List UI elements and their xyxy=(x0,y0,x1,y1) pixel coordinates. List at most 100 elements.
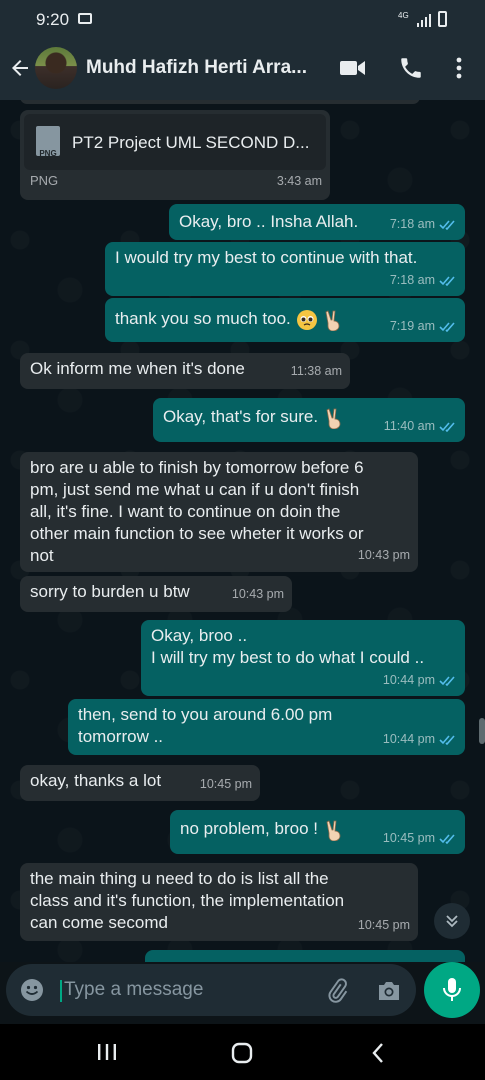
message-time: 3:43 am xyxy=(276,174,322,188)
system-nav-bar xyxy=(0,1024,485,1080)
file-message[interactable]: PNG PT2 Project UML SECOND D... PNG 3:43… xyxy=(20,110,330,200)
message-bubble-incoming[interactable]: bro are u able to finish by tomorrow bef… xyxy=(20,452,418,572)
message-time: 10:43 pm xyxy=(231,587,284,601)
network-type: 4G xyxy=(398,11,409,20)
message-bubble-incoming[interactable]: Ok inform me when it's done 11:38 am xyxy=(20,353,350,389)
message-line: tomorrow .. xyxy=(78,727,164,746)
message-time: 11:38 am xyxy=(290,364,342,378)
file-type-badge: PNG xyxy=(39,149,57,158)
read-receipt-icon xyxy=(439,275,455,286)
message-text: the main thing u need to do is list all … xyxy=(30,868,344,934)
message-time: 10:44 pm xyxy=(382,673,435,687)
scroll-down-icon xyxy=(446,915,458,928)
message-text: I would try my best to continue with tha… xyxy=(115,248,418,267)
voice-call-icon[interactable] xyxy=(398,55,424,81)
message-text: Okay, bro .. Insha Allah. xyxy=(179,212,359,231)
contact-avatar[interactable] xyxy=(35,47,77,89)
message-time: 10:43 pm xyxy=(357,548,410,562)
victory-hand-emoji-icon xyxy=(325,309,340,331)
message-line: Okay, broo .. xyxy=(151,626,248,645)
status-time: 9:20 xyxy=(36,10,70,29)
file-name: PT2 Project UML SECOND D... xyxy=(72,133,310,152)
message-line: I will try my best to do what I could .. xyxy=(151,648,425,667)
previous-message-fragment xyxy=(20,100,420,104)
status-bar: 9:20 4G xyxy=(0,0,485,38)
message-input-bar[interactable]: Type a message xyxy=(6,964,416,1016)
emoji-icon[interactable] xyxy=(20,978,44,1002)
message-bubble-incoming[interactable]: the main thing u need to do is list all … xyxy=(20,863,418,941)
read-receipt-icon xyxy=(439,734,455,745)
message-line: pm, just send me what u can if u don't f… xyxy=(30,480,360,499)
message-text: then, send to you around 6.00 pm tomorro… xyxy=(78,704,332,748)
gallery-notification-icon xyxy=(78,13,92,24)
read-receipt-icon xyxy=(439,321,455,332)
message-text: thank you so much too. xyxy=(115,308,344,331)
message-text: bro are u able to finish by tomorrow bef… xyxy=(30,457,364,567)
message-line: can come secomd xyxy=(30,913,168,932)
message-text-content: no problem, broo ! xyxy=(180,819,318,838)
message-bubble-outgoing[interactable]: then, send to you around 6.00 pm tomorro… xyxy=(68,699,465,755)
text-cursor xyxy=(60,980,62,1002)
message-line: bro are u able to finish by tomorrow bef… xyxy=(30,458,364,477)
message-line: class and it's function, the implementat… xyxy=(30,891,345,910)
message-text: sorry to burden u btw xyxy=(30,582,190,601)
message-bubble-outgoing[interactable]: Okay, bro .. Insha Allah. 7:18 am xyxy=(169,204,465,240)
contact-name[interactable]: Muhd Hafizh Herti Arra... xyxy=(86,57,322,79)
victory-hand-emoji-icon xyxy=(326,407,341,429)
message-time: 7:19 am xyxy=(389,319,435,333)
victory-hand-emoji-icon xyxy=(326,819,341,841)
message-text: Okay, broo .. I will try my best to do w… xyxy=(151,625,424,669)
message-time: 7:18 am xyxy=(389,217,435,231)
message-line: other main function to see wheter it wor… xyxy=(30,524,364,543)
message-bubble-incoming[interactable]: okay, thanks a lot 10:45 pm xyxy=(20,765,260,801)
video-call-icon[interactable] xyxy=(339,58,367,78)
message-time: 10:44 pm xyxy=(382,732,435,746)
message-input[interactable]: Type a message xyxy=(64,979,203,1001)
message-bubble-outgoing[interactable]: no problem, broo ! 10:45 pm xyxy=(170,810,465,854)
mic-icon xyxy=(443,978,461,1001)
chat-area[interactable]: PNG PT2 Project UML SECOND D... PNG 3:43… xyxy=(0,100,485,962)
read-receipt-icon xyxy=(439,421,455,432)
recent-apps-icon[interactable] xyxy=(96,1042,118,1062)
menu-icon[interactable] xyxy=(452,56,466,80)
message-time: 7:18 am xyxy=(389,273,435,287)
pleading-face-emoji-icon xyxy=(296,309,317,330)
back-icon[interactable] xyxy=(370,1042,386,1064)
battery-icon xyxy=(438,11,447,27)
message-time: 10:45 pm xyxy=(382,831,435,845)
message-text: okay, thanks a lot xyxy=(30,771,162,790)
message-line: all, it's fine. I want to continue on do… xyxy=(30,502,341,521)
message-bubble-outgoing-partial xyxy=(145,950,465,962)
message-time: 10:45 pm xyxy=(357,918,410,932)
read-receipt-icon xyxy=(439,675,455,686)
scroll-down-button[interactable] xyxy=(434,903,470,939)
png-file-icon: PNG xyxy=(36,126,60,158)
read-receipt-icon xyxy=(439,833,455,844)
camera-icon[interactable] xyxy=(376,979,402,1003)
message-text-content: thank you so much too. xyxy=(115,309,291,328)
scrollbar-thumb[interactable] xyxy=(479,718,485,744)
read-receipt-icon xyxy=(439,219,455,230)
message-line: the main thing u need to do is list all … xyxy=(30,869,329,888)
message-time: 10:45 pm xyxy=(199,777,252,791)
message-bubble-outgoing[interactable]: Okay, broo .. I will try my best to do w… xyxy=(141,620,465,696)
mic-button[interactable] xyxy=(424,962,480,1018)
home-icon[interactable] xyxy=(231,1042,253,1064)
message-text: Okay, that's for sure. xyxy=(163,406,345,429)
message-text: no problem, broo ! xyxy=(180,818,345,841)
attach-icon[interactable] xyxy=(324,978,350,1004)
file-card[interactable]: PNG PT2 Project UML SECOND D... xyxy=(24,114,326,170)
signal-icon xyxy=(417,14,431,27)
file-type-label: PNG xyxy=(30,173,59,188)
back-arrow-icon[interactable] xyxy=(8,56,32,80)
message-bubble-incoming[interactable]: sorry to burden u btw 10:43 pm xyxy=(20,576,292,612)
message-line: not xyxy=(30,546,54,565)
message-text-content: Okay, that's for sure. xyxy=(163,407,319,426)
message-bubble-outgoing[interactable]: Okay, that's for sure. 11:40 am xyxy=(153,398,465,442)
message-text: Ok inform me when it's done xyxy=(30,359,245,378)
message-time: 11:40 am xyxy=(383,419,435,433)
message-bubble-outgoing[interactable]: I would try my best to continue with tha… xyxy=(105,242,465,296)
chat-header: Muhd Hafizh Herti Arra... xyxy=(0,38,485,100)
message-bubble-outgoing[interactable]: thank you so much too. 7:19 am xyxy=(105,298,465,342)
message-line: then, send to you around 6.00 pm xyxy=(78,705,333,724)
